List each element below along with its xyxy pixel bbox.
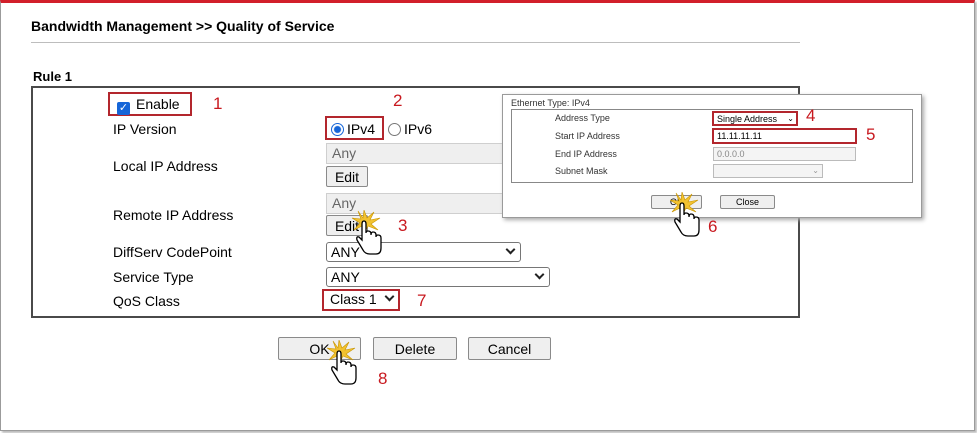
ipv4-radio[interactable]: IPv4 [331, 121, 375, 137]
pointing-hand-click-icon [670, 192, 700, 237]
delete-button[interactable]: Delete [373, 337, 457, 360]
chevron-down-icon [384, 291, 395, 302]
dialog-close-button[interactable]: Close [720, 195, 775, 209]
local-ip-label: Local IP Address [113, 158, 218, 174]
chevron-down-icon: ⌄ [812, 166, 819, 175]
chevron-down-icon: ⌄ [787, 114, 794, 123]
start-ip-label: Start IP Address [555, 131, 620, 141]
radio-unchecked-icon [388, 123, 401, 136]
cancel-button[interactable]: Cancel [468, 337, 551, 360]
end-ip-label: End IP Address [555, 149, 617, 159]
address-type-label: Address Type [555, 113, 610, 123]
dialog-title: Ethernet Type: IPv4 [511, 98, 590, 108]
service-type-label: Service Type [113, 269, 194, 285]
qos-class-value: Class 1 [330, 291, 377, 307]
service-type-value: ANY [331, 269, 360, 285]
ip-version-label: IP Version [113, 121, 177, 137]
enable-label: Enable [136, 96, 180, 112]
page-title: Bandwidth Management >> Quality of Servi… [31, 18, 335, 34]
end-ip-input[interactable]: 0.0.0.0 [713, 147, 856, 161]
step-number-6: 6 [708, 217, 718, 236]
radio-checked-icon [331, 123, 344, 136]
local-ip-edit-button[interactable]: Edit [326, 166, 368, 187]
checkmark-icon: ✓ [117, 102, 130, 115]
remote-ip-label: Remote IP Address [113, 207, 234, 223]
subnet-mask-select[interactable]: ⌄ [713, 164, 823, 178]
local-ip-field: Any [326, 143, 506, 164]
address-type-select[interactable]: Single Address ⌄ [712, 111, 798, 126]
address-type-value: Single Address [717, 114, 778, 124]
step-number-3: 3 [398, 216, 408, 235]
step-number-7: 7 [417, 291, 427, 310]
ipv6-label: IPv6 [404, 121, 433, 137]
qos-class-select[interactable]: Class 1 [326, 291, 396, 309]
chevron-down-icon [505, 244, 516, 255]
step-number-5: 5 [866, 125, 876, 144]
step-number-4: 4 [806, 106, 816, 125]
pointing-hand-click-icon [352, 210, 382, 255]
rule-title: Rule 1 [33, 69, 73, 84]
ip-address-dialog: Ethernet Type: IPv4 Address Type Single … [502, 94, 922, 218]
qos-class-label: QoS Class [113, 293, 180, 309]
subnet-mask-label: Subnet Mask [555, 166, 608, 176]
ipv6-radio[interactable]: IPv6 [388, 121, 432, 137]
enable-checkbox[interactable]: ✓ Enable [117, 96, 180, 115]
diffserv-label: DiffServ CodePoint [113, 244, 232, 260]
service-type-select[interactable]: ANY [326, 267, 550, 287]
step-number-2: 2 [393, 91, 403, 110]
chevron-down-icon [534, 269, 545, 280]
ipv4-label: IPv4 [347, 121, 376, 137]
step-number-1: 1 [213, 94, 223, 113]
pointing-hand-click-icon [327, 340, 357, 385]
title-divider [31, 42, 800, 43]
step-number-8: 8 [378, 369, 388, 388]
start-ip-input[interactable]: 11.11.11.11 [712, 128, 857, 144]
